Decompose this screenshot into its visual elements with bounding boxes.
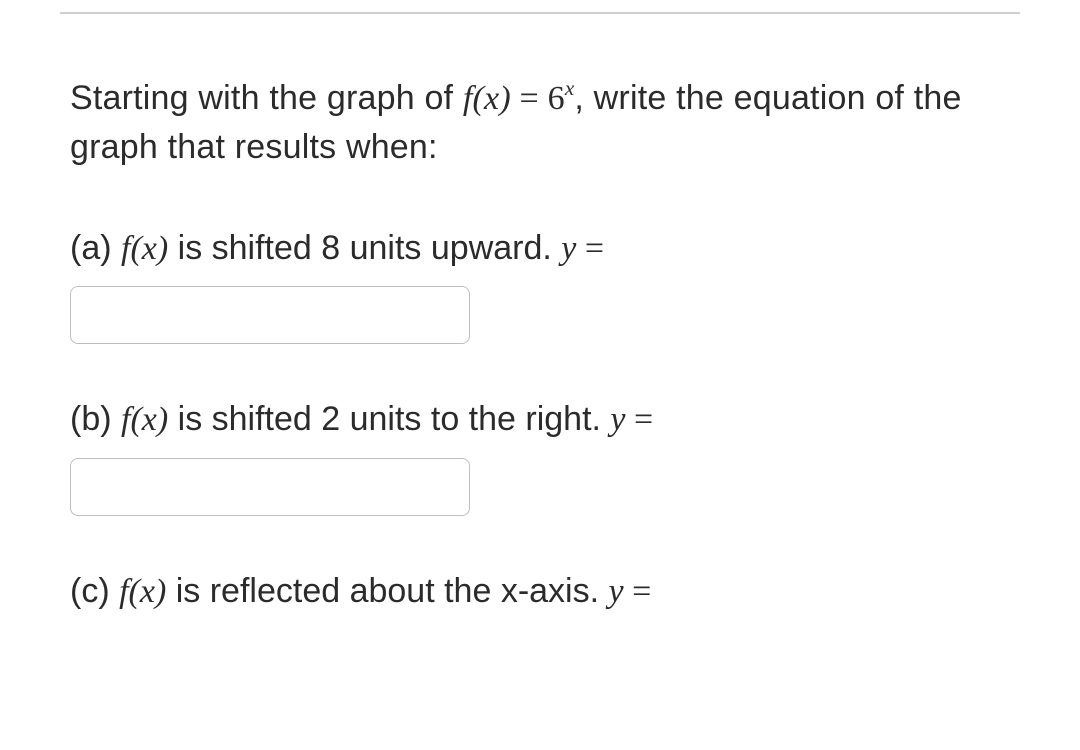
intro-base: 6 <box>548 80 565 117</box>
part-c-desc: is reflected about the x-axis. <box>166 572 608 610</box>
part-a-func: f(x) <box>121 230 168 267</box>
part-b-prompt: (b) f(x) is shifted 2 units to the right… <box>70 396 1010 444</box>
part-a-yvar: y <box>561 230 576 267</box>
part-c-eq: = <box>624 573 652 610</box>
part-a-eq: = <box>576 230 604 267</box>
part-b-func: f(x) <box>121 401 168 438</box>
part-a-prompt: (a) f(x) is shifted 8 units upward. y = <box>70 225 1010 273</box>
part-b: (b) f(x) is shifted 2 units to the right… <box>70 396 1010 516</box>
part-b-label: (b) <box>70 400 121 438</box>
intro-function: f(x) <box>463 80 511 117</box>
part-c-label: (c) <box>70 572 119 610</box>
part-c-func: f(x) <box>119 573 166 610</box>
part-c-yvar: y <box>609 573 624 610</box>
part-c: (c) f(x) is reflected about the x-axis. … <box>70 568 1010 616</box>
part-a: (a) f(x) is shifted 8 units upward. y = <box>70 225 1010 345</box>
intro-exponent: x <box>565 76 575 100</box>
part-a-answer-input[interactable] <box>70 286 470 344</box>
part-a-label: (a) <box>70 229 121 267</box>
intro-text-pre: Starting with the graph of <box>70 79 463 117</box>
part-c-prompt: (c) f(x) is reflected about the x-axis. … <box>70 568 1010 616</box>
part-b-yvar: y <box>610 401 625 438</box>
part-b-answer-input[interactable] <box>70 458 470 516</box>
question-body: Starting with the graph of f(x) = 6x, wr… <box>0 14 1080 615</box>
part-b-desc: is shifted 2 units to the right. <box>168 400 610 438</box>
part-b-eq: = <box>626 401 654 438</box>
part-a-desc: is shifted 8 units upward. <box>168 229 561 267</box>
intro-eq: = <box>511 80 548 117</box>
question-intro: Starting with the graph of f(x) = 6x, wr… <box>70 74 970 173</box>
